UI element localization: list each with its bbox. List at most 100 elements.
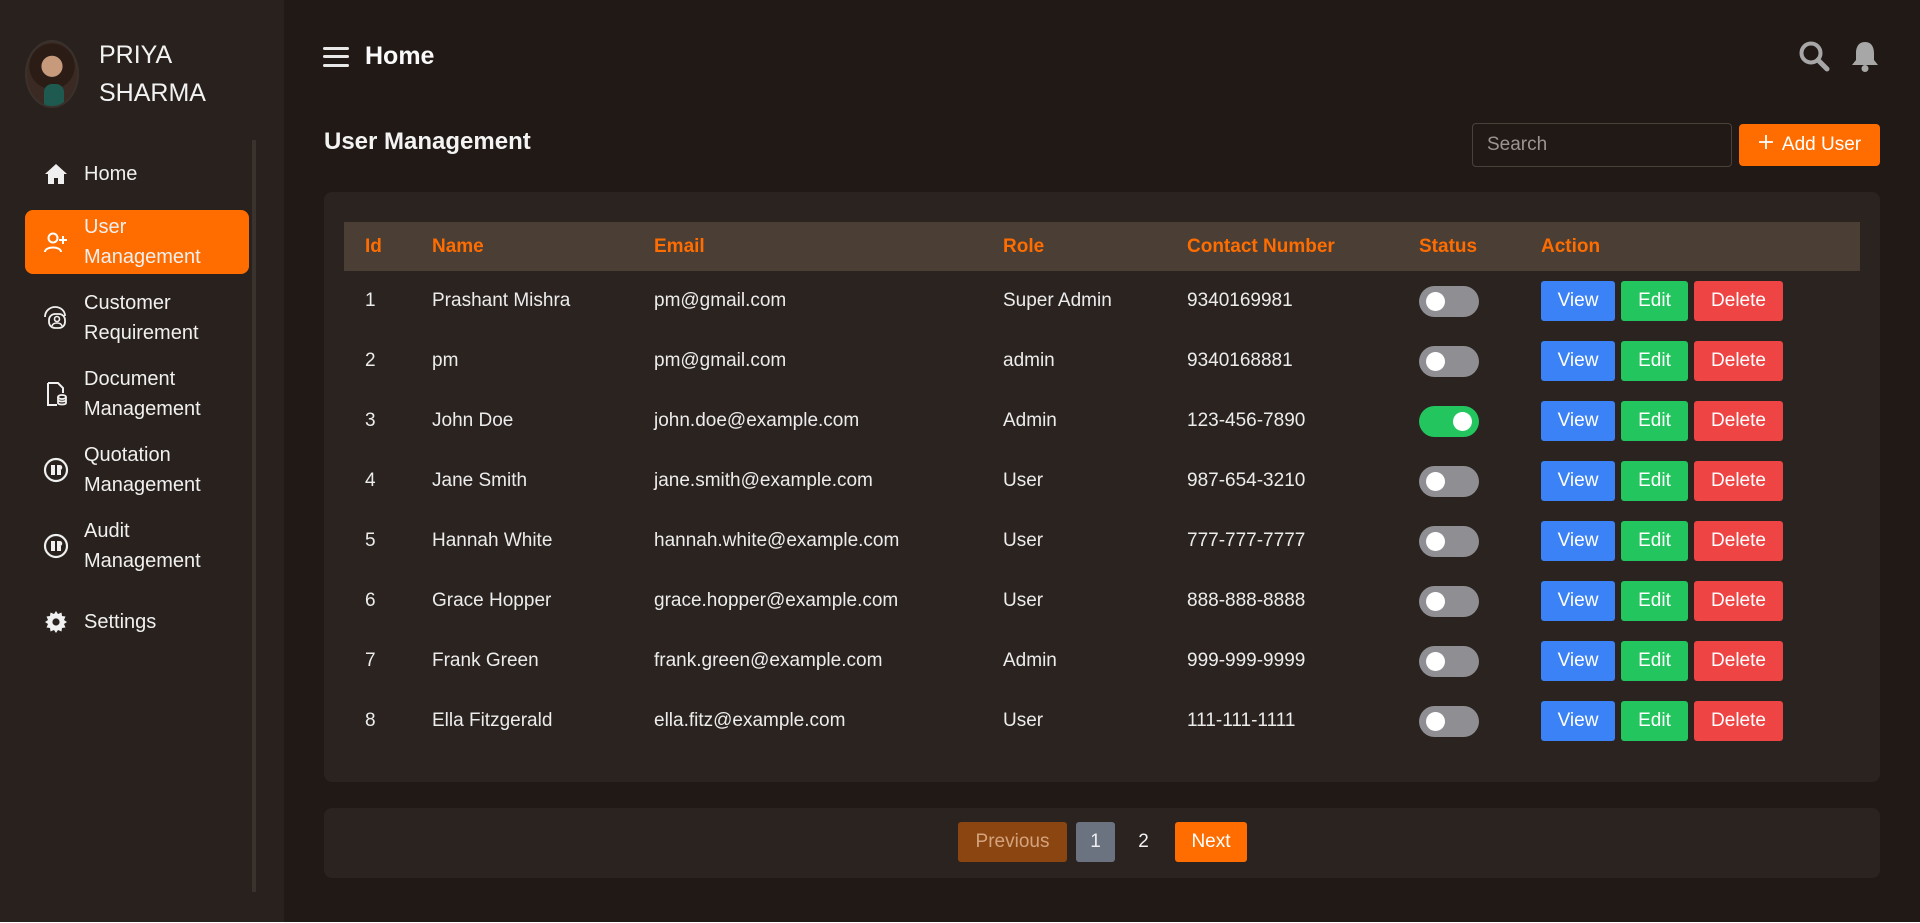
cell-id: 7 bbox=[365, 650, 376, 671]
cell-status bbox=[1398, 391, 1520, 451]
edit-button[interactable]: Edit bbox=[1621, 641, 1688, 681]
view-button[interactable]: View bbox=[1541, 401, 1615, 441]
delete-button[interactable]: Delete bbox=[1694, 701, 1783, 741]
cell-actions: View Edit Delete bbox=[1520, 331, 1860, 391]
sidebar: PRIYA SHARMA Home User Management Custom… bbox=[0, 0, 284, 922]
status-toggle[interactable] bbox=[1419, 465, 1479, 497]
cell-role: Admin bbox=[1003, 410, 1057, 431]
cell-email: john.doe@example.com bbox=[654, 410, 860, 431]
cell-id: 4 bbox=[365, 470, 376, 491]
column-header-contact[interactable]: Contact Number bbox=[1166, 222, 1398, 271]
edit-button[interactable]: Edit bbox=[1621, 281, 1688, 321]
view-button[interactable]: View bbox=[1541, 581, 1615, 621]
edit-button[interactable]: Edit bbox=[1621, 461, 1688, 501]
status-toggle[interactable] bbox=[1419, 345, 1479, 377]
cell-contact: 999-999-9999 bbox=[1187, 650, 1306, 671]
cell-actions: View Edit Delete bbox=[1520, 271, 1860, 331]
cell-name: Prashant Mishra bbox=[432, 290, 571, 311]
edit-button[interactable]: Edit bbox=[1621, 701, 1688, 741]
next-button[interactable]: Next bbox=[1175, 822, 1247, 862]
cell-status bbox=[1398, 631, 1520, 691]
page-1-button[interactable]: 1 bbox=[1076, 822, 1115, 862]
cell-name: Hannah White bbox=[432, 530, 553, 551]
search-icon[interactable] bbox=[1798, 40, 1830, 77]
delete-button[interactable]: Delete bbox=[1694, 521, 1783, 561]
delete-button[interactable]: Delete bbox=[1694, 461, 1783, 501]
delete-button[interactable]: Delete bbox=[1694, 401, 1783, 441]
cell-email: jane.smith@example.com bbox=[654, 470, 873, 491]
table-row: 7 Frank Green frank.green@example.com Admin… bbox=[344, 631, 1860, 691]
sidebar-item-audit-management[interactable]: Audit Management bbox=[25, 514, 249, 578]
view-button[interactable]: View bbox=[1541, 341, 1615, 381]
search-input[interactable] bbox=[1472, 123, 1732, 167]
sidebar-item-label: Customer Requirement bbox=[84, 292, 199, 344]
delete-button[interactable]: Delete bbox=[1694, 341, 1783, 381]
cell-contact: 987-654-3210 bbox=[1187, 470, 1306, 491]
sidebar-item-quotation-management[interactable]: Quotation Management bbox=[25, 438, 249, 502]
cell-name: Grace Hopper bbox=[432, 590, 552, 611]
sidebar-item-settings[interactable]: Settings bbox=[25, 598, 249, 646]
sidebar-item-label: Document Management bbox=[84, 368, 201, 420]
menu-icon[interactable] bbox=[323, 46, 349, 67]
cell-actions: View Edit Delete bbox=[1520, 571, 1860, 631]
column-header-status[interactable]: Status bbox=[1398, 222, 1520, 271]
status-toggle[interactable] bbox=[1419, 285, 1479, 317]
cell-name: Ella Fitzgerald bbox=[432, 710, 553, 731]
sidebar-nav: Home User Management Customer Requiremen… bbox=[25, 150, 249, 658]
cell-contact: 9340169981 bbox=[1187, 290, 1293, 311]
sidebar-item-document-management[interactable]: Document Management bbox=[25, 362, 249, 426]
cell-actions: View Edit Delete bbox=[1520, 631, 1860, 691]
cell-role: User bbox=[1003, 590, 1044, 611]
edit-button[interactable]: Edit bbox=[1621, 521, 1688, 561]
cell-id: 1 bbox=[365, 290, 376, 311]
sidebar-item-home[interactable]: Home bbox=[25, 150, 249, 198]
table-row: 4 Jane Smith jane.smith@example.com User 987… bbox=[344, 451, 1860, 511]
pagination: Previous 1 2 Next bbox=[324, 808, 1880, 878]
sidebar-scrollbar[interactable] bbox=[252, 140, 256, 892]
delete-button[interactable]: Delete bbox=[1694, 581, 1783, 621]
cell-email: frank.green@example.com bbox=[654, 650, 883, 671]
status-toggle[interactable] bbox=[1419, 525, 1479, 557]
view-button[interactable]: View bbox=[1541, 281, 1615, 321]
page-2-button[interactable]: 2 bbox=[1124, 822, 1163, 862]
sidebar-item-label: Quotation Management bbox=[84, 444, 201, 496]
column-header-email[interactable]: Email bbox=[633, 222, 982, 271]
cell-email: pm@gmail.com bbox=[654, 350, 787, 371]
view-button[interactable]: View bbox=[1541, 701, 1615, 741]
audit-icon bbox=[43, 533, 69, 559]
status-toggle[interactable] bbox=[1419, 405, 1479, 437]
edit-button[interactable]: Edit bbox=[1621, 581, 1688, 621]
edit-button[interactable]: Edit bbox=[1621, 341, 1688, 381]
plus-icon bbox=[1758, 134, 1774, 156]
column-header-role[interactable]: Role bbox=[982, 222, 1166, 271]
status-toggle[interactable] bbox=[1419, 705, 1479, 737]
sidebar-item-label: User Management bbox=[84, 216, 201, 268]
home-icon bbox=[43, 161, 69, 187]
view-button[interactable]: View bbox=[1541, 461, 1615, 501]
status-toggle[interactable] bbox=[1419, 645, 1479, 677]
edit-button[interactable]: Edit bbox=[1621, 401, 1688, 441]
delete-button[interactable]: Delete bbox=[1694, 281, 1783, 321]
status-toggle[interactable] bbox=[1419, 585, 1479, 617]
table-row: 8 Ella Fitzgerald ella.fitz@example.com Use… bbox=[344, 691, 1860, 751]
add-user-button[interactable]: Add User bbox=[1739, 124, 1880, 166]
view-button[interactable]: View bbox=[1541, 521, 1615, 561]
users-table: Id Name Email Role Contact Number Status… bbox=[344, 222, 1860, 751]
cell-id: 5 bbox=[365, 530, 376, 551]
delete-button[interactable]: Delete bbox=[1694, 641, 1783, 681]
cell-role: Admin bbox=[1003, 650, 1057, 671]
sidebar-item-label: Settings bbox=[84, 611, 157, 633]
sidebar-item-customer-requirement[interactable]: Customer Requirement bbox=[25, 286, 249, 350]
table-row: 2 pm pm@gmail.com admin 9340168881 View Edit De… bbox=[344, 331, 1860, 391]
document-icon bbox=[43, 381, 69, 407]
user-profile[interactable]: PRIYA SHARMA bbox=[25, 36, 229, 112]
cell-actions: View Edit Delete bbox=[1520, 511, 1860, 571]
bell-icon[interactable] bbox=[1850, 40, 1880, 77]
sidebar-item-user-management[interactable]: User Management bbox=[25, 210, 249, 274]
cell-id: 2 bbox=[365, 350, 376, 371]
column-header-id[interactable]: Id bbox=[344, 222, 411, 271]
add-user-icon bbox=[43, 229, 69, 255]
column-header-name[interactable]: Name bbox=[411, 222, 633, 271]
previous-button[interactable]: Previous bbox=[958, 822, 1067, 862]
view-button[interactable]: View bbox=[1541, 641, 1615, 681]
